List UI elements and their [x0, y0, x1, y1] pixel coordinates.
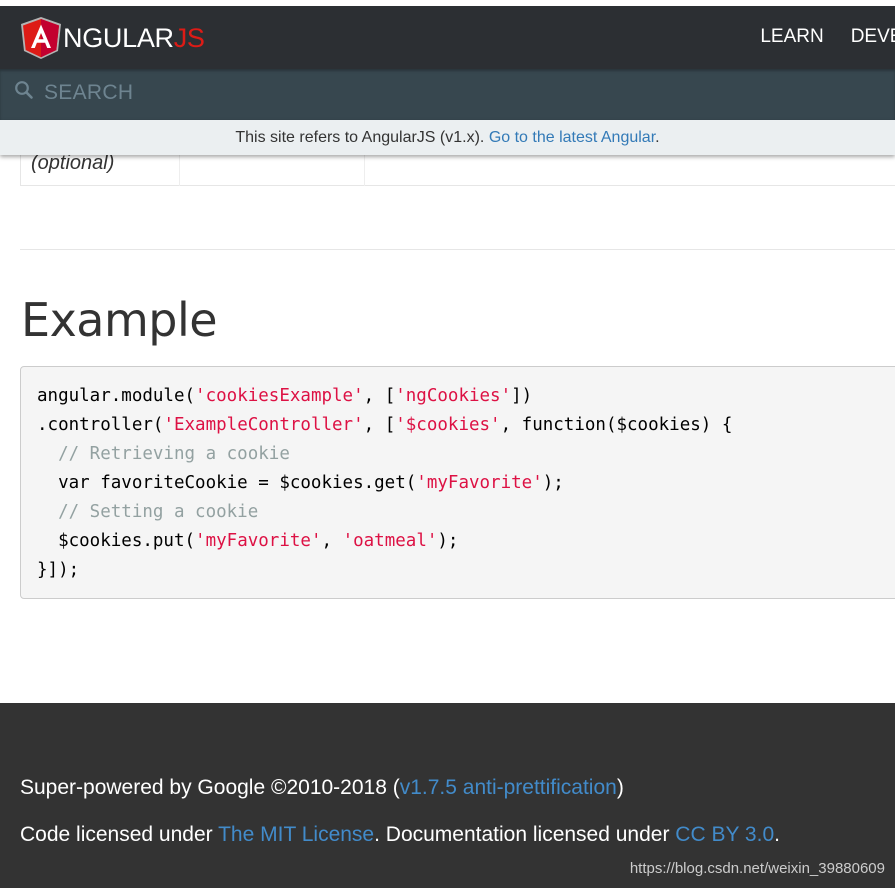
footer-license: Code licensed under The MIT License. Doc… [20, 823, 780, 847]
code-line: }]); [37, 560, 80, 580]
code-line: var favoriteCookie = $cookies.get('myFav… [37, 472, 564, 494]
code-comment: // Retrieving a cookie [37, 444, 290, 464]
mit-license-link[interactable]: The MIT License [218, 823, 374, 846]
main-nav: LEARN DEVEL [733, 12, 895, 62]
banner-text: This site refers to AngularJS (v1.x). [235, 129, 485, 146]
wordmark-js: JS [173, 23, 205, 53]
footer-text: Code licensed under [20, 823, 219, 846]
code-string: 'cookiesExample' [195, 386, 364, 406]
search-input[interactable] [44, 79, 644, 107]
code-token: var favoriteCookie = $cookies.get( [37, 473, 417, 493]
code-block: angular.module('cookiesExample', ['ngCoo… [20, 366, 895, 599]
footer-text: Super-powered by Google ©2010-2018 ( [20, 776, 400, 799]
search-bar [0, 69, 895, 120]
code-token: , [ [363, 415, 396, 435]
code-string: '$cookies' [395, 415, 501, 435]
code-token: angular.module( [37, 386, 196, 406]
code-line: .controller('ExampleController', ['$cook… [37, 414, 732, 436]
code-comment: // Setting a cookie [37, 502, 259, 522]
code-token: ); [437, 531, 459, 551]
banner-suffix: . [655, 129, 660, 146]
latest-angular-link[interactable]: Go to the latest Angular [489, 129, 655, 146]
nav-learn[interactable]: LEARN [760, 26, 823, 48]
code-token: $cookies.put( [37, 531, 196, 551]
top-navbar: NGULARJS LEARN DEVEL [0, 6, 895, 69]
code-line: angular.module('cookiesExample', ['ngCoo… [37, 385, 532, 407]
version-link[interactable]: v1.7.5 anti-prettification [400, 776, 617, 799]
code-token: ]) [511, 386, 533, 406]
version-banner: This site refers to AngularJS (v1.x). Go… [0, 120, 895, 155]
footer-text: . Documentation licensed under [374, 823, 676, 846]
cc-by-link[interactable]: CC BY 3.0 [675, 823, 774, 846]
code-string: 'ExampleController' [163, 415, 364, 435]
angularjs-wordmark: NGULARJS [63, 16, 205, 60]
angularjs-logo[interactable]: NGULARJS [20, 16, 205, 60]
code-string: 'oatmeal' [342, 531, 438, 551]
code-token: , function($cookies) { [500, 415, 733, 435]
code-string: 'myFavorite' [416, 473, 543, 493]
wordmark-main: NGULAR [63, 23, 174, 53]
code-line: $cookies.put('myFavorite', 'oatmeal'); [37, 530, 458, 552]
optional-label: (optional) [31, 152, 115, 174]
code-string: 'ngCookies' [395, 386, 512, 406]
code-token: , [321, 531, 343, 551]
search-icon [15, 81, 33, 99]
code-token: , [ [363, 386, 396, 406]
code-string: 'myFavorite' [195, 531, 322, 551]
page-footer: Super-powered by Google ©2010-2018 (v1.7… [0, 703, 895, 888]
footer-credits: Super-powered by Google ©2010-2018 (v1.7… [20, 776, 624, 800]
nav-develop[interactable]: DEVEL [851, 26, 895, 48]
example-heading: Example [21, 293, 218, 347]
code-token: .controller( [37, 415, 164, 435]
angular-shield-icon [21, 17, 61, 59]
section-divider [20, 249, 895, 250]
csdn-watermark: https://blog.csdn.net/weixin_39880609 [629, 860, 885, 877]
code-token: ); [542, 473, 564, 493]
footer-text: . [774, 823, 780, 846]
footer-text: ) [616, 776, 624, 799]
